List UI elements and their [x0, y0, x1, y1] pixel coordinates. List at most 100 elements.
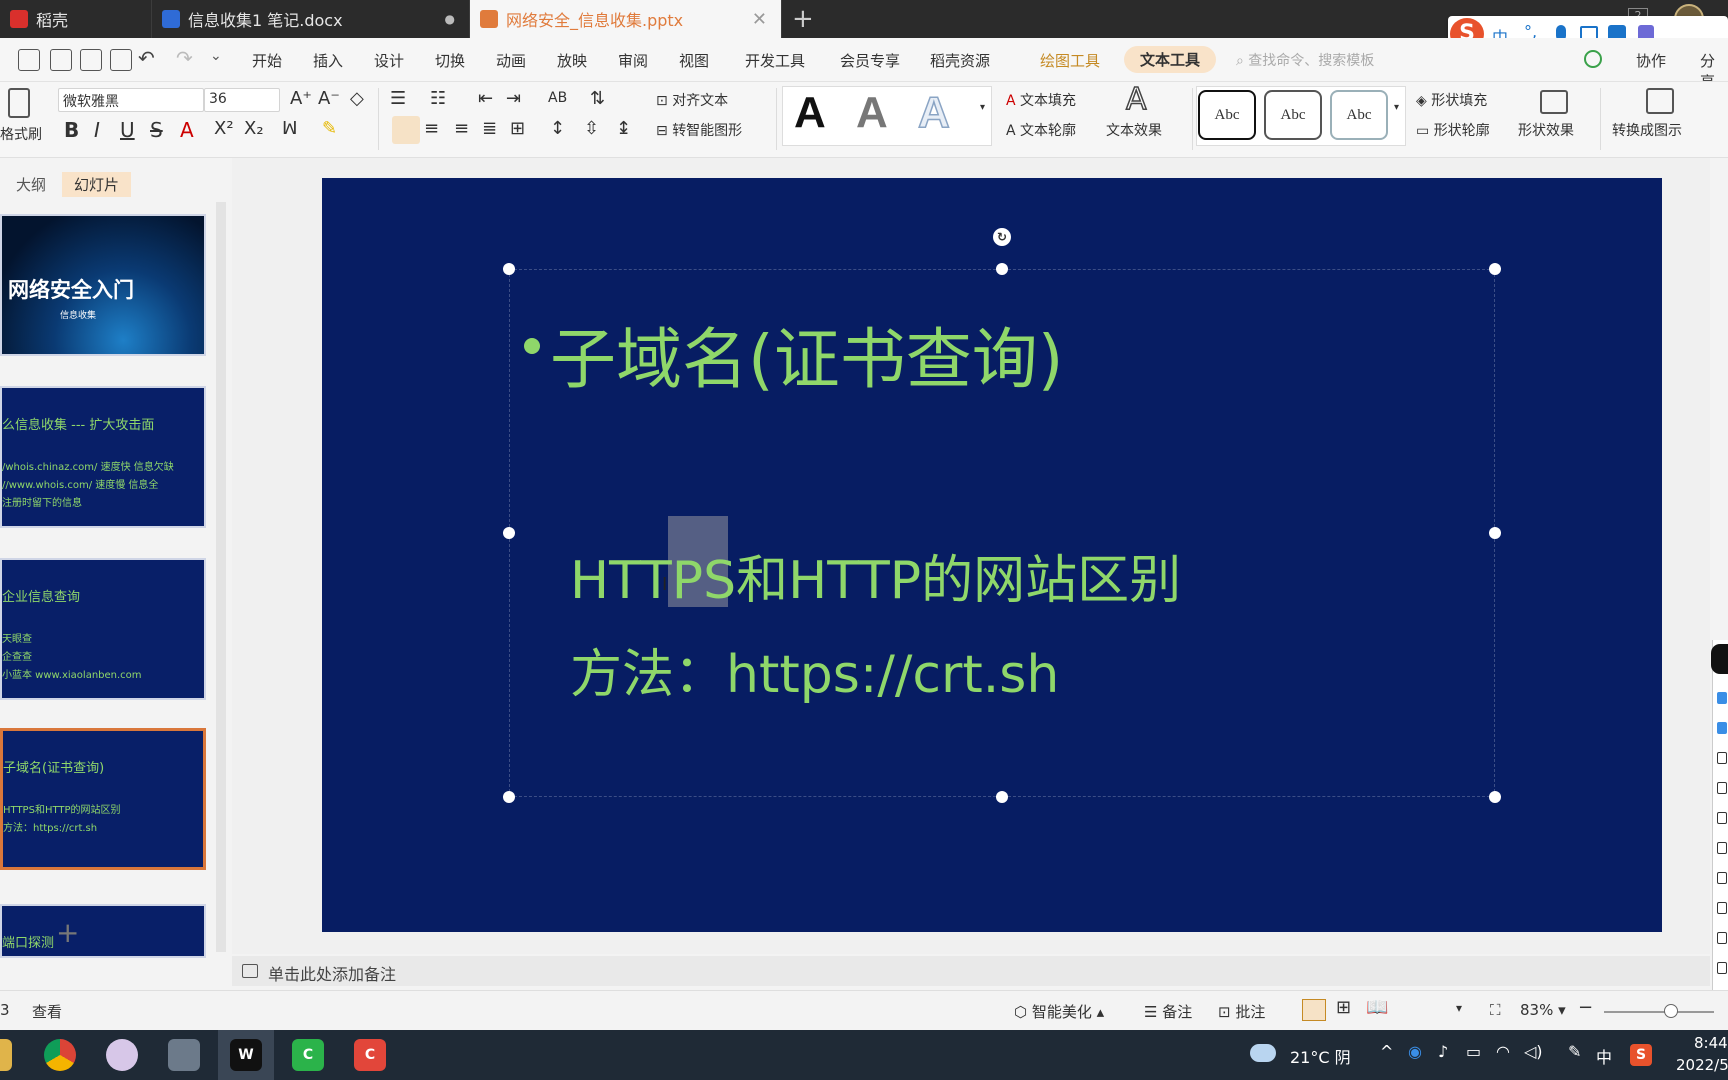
format-painter-icon[interactable] — [8, 88, 30, 118]
undo-icon[interactable]: ↶ — [138, 46, 155, 70]
back-icon[interactable] — [1717, 872, 1727, 884]
text-outline-button[interactable]: A 文本轮廓 — [1006, 120, 1076, 140]
align-right-icon[interactable]: ≡ — [454, 118, 469, 139]
slide-thumbnail-4[interactable]: 子域名(证书查询) HTTPS和HTTP的网站区别 方法：https://crt… — [0, 728, 206, 870]
eraser-icon[interactable] — [1717, 752, 1727, 764]
chrome-icon[interactable] — [44, 1039, 76, 1071]
slide-thumbnail-3[interactable]: 企业信息查询 天眼查 企查查 小蓝本 www.xiaolanben.com — [0, 558, 206, 700]
text-style-gray[interactable]: A — [856, 88, 888, 138]
resize-handle-br[interactable] — [1489, 791, 1501, 803]
sniping-tool-icon[interactable] — [106, 1039, 138, 1071]
volume-icon[interactable]: ◁) — [1524, 1042, 1543, 1061]
notes-bar[interactable]: 单击此处添加备注 — [232, 956, 1710, 986]
shape-fill-button[interactable]: ◈ 形状填充 — [1416, 90, 1487, 110]
font-color-icon[interactable]: A — [180, 118, 194, 142]
menu-slideshow[interactable]: 放映 — [557, 50, 587, 71]
slide-title[interactable]: 子域名(证书查询) — [550, 306, 1064, 402]
align-text-button[interactable]: ⊡ 对齐文本 — [656, 90, 728, 110]
marker-icon[interactable] — [1717, 812, 1727, 824]
text-effect-icon[interactable]: A — [1125, 81, 1147, 118]
resize-handle-t[interactable] — [996, 263, 1008, 275]
rotate-handle-icon[interactable]: ↻ — [993, 228, 1011, 246]
clock-time[interactable]: 8:44 — [1694, 1034, 1728, 1052]
camtasia-red-icon[interactable]: C — [354, 1039, 386, 1071]
search-command[interactable]: ⌕ 查找命令、搜索模板 — [1236, 50, 1374, 70]
justify-icon[interactable]: ≣ — [482, 118, 497, 139]
spacing-options-icon[interactable]: ↨ — [616, 118, 631, 139]
save-icon[interactable] — [18, 49, 40, 71]
ime-indicator[interactable]: 中 — [1596, 1044, 1612, 1068]
font-size-select[interactable]: 36 — [204, 88, 280, 112]
add-slide-icon[interactable]: + — [56, 916, 79, 949]
resize-handle-b[interactable] — [996, 791, 1008, 803]
quick-access-dropdown-icon[interactable]: ⌄ — [210, 48, 222, 64]
panel-scrollbar[interactable] — [216, 202, 226, 952]
strikethrough-icon[interactable]: S — [150, 118, 163, 142]
camtasia-green-icon[interactable]: C — [292, 1039, 324, 1071]
shape-effect-button[interactable]: 形状效果 — [1518, 120, 1574, 140]
menu-drawing-tools[interactable]: 绘图工具 — [1040, 50, 1100, 71]
underline-icon[interactable]: U — [120, 118, 135, 142]
text-direction-icon[interactable]: AB — [548, 90, 567, 106]
export-pdf-icon[interactable] — [50, 49, 72, 71]
shape-style-light[interactable]: Abc — [1330, 90, 1388, 140]
print-icon[interactable] — [80, 49, 102, 71]
menu-review[interactable]: 审阅 — [618, 50, 648, 71]
comment-button[interactable]: ⊡ 批注 — [1218, 1001, 1265, 1022]
resize-handle-tr[interactable] — [1489, 263, 1501, 275]
zoom-level[interactable]: 83% ▾ — [1520, 1001, 1566, 1019]
view-mode-label[interactable]: 查看 — [32, 1001, 62, 1022]
align-left-icon[interactable] — [392, 116, 420, 144]
redo-icon[interactable]: ↷ — [176, 46, 193, 70]
distribute-icon[interactable]: ⊞ — [510, 118, 525, 139]
cloud-sync-icon[interactable] — [1584, 50, 1602, 68]
slide-sorter-icon[interactable]: ⊞ — [1336, 997, 1351, 1018]
wifi-icon[interactable]: ◠ — [1496, 1042, 1510, 1061]
wps-icon[interactable]: W — [230, 1039, 262, 1071]
fit-window-icon[interactable]: ⛶ — [1490, 1001, 1501, 1019]
resize-handle-r[interactable] — [1489, 527, 1501, 539]
slide-thumbnail-5[interactable]: 端口探测 — [0, 904, 206, 958]
clock-date[interactable]: 2022/5 — [1676, 1056, 1728, 1074]
paragraph-spacing-icon[interactable]: ⇳ — [584, 118, 599, 139]
side-logo-icon[interactable] — [1711, 644, 1728, 674]
highlight-icon[interactable]: ✎ — [322, 118, 337, 139]
camera-app-icon[interactable] — [168, 1039, 200, 1071]
collaborate-button[interactable]: 协作 — [1636, 50, 1666, 71]
pen-icon[interactable] — [1717, 782, 1727, 794]
menu-transition[interactable]: 切换 — [435, 50, 465, 71]
numbered-list-icon[interactable]: ☷ — [430, 88, 446, 109]
shape-style-gray[interactable]: Abc — [1264, 90, 1322, 140]
tab-docer[interactable]: 稻壳 — [0, 0, 152, 38]
slide-thumbnail-1[interactable]: 网络安全入门 信息收集 — [0, 214, 206, 356]
tab-outline[interactable]: 大纲 — [4, 172, 58, 197]
menu-animation[interactable]: 动画 — [496, 50, 526, 71]
add-tab-icon[interactable]: + — [792, 4, 814, 34]
notes-placeholder[interactable]: 单击此处添加备注 — [268, 961, 396, 985]
tray-expand-icon[interactable]: ^ — [1380, 1042, 1393, 1061]
shape-outline-button[interactable]: ▭ 形状轮廓 — [1416, 120, 1490, 140]
notes-toggle-button[interactable]: ☰ 备注 — [1144, 1001, 1192, 1022]
menu-developer[interactable]: 开发工具 — [745, 50, 805, 71]
screen-icon[interactable] — [1717, 932, 1727, 944]
convert-diagram-button[interactable]: 转换成图示 — [1612, 120, 1682, 140]
shape-gallery-more-icon[interactable]: ▾ — [1394, 102, 1399, 113]
close-tab-icon[interactable]: ✕ — [752, 9, 767, 30]
print-preview-icon[interactable] — [110, 49, 132, 71]
increase-font-icon[interactable]: A⁺ — [290, 88, 312, 109]
zoom-slider-thumb[interactable] — [1664, 1004, 1678, 1018]
format-painter-label[interactable]: 格式刷 — [0, 124, 42, 144]
pointer-icon[interactable] — [1717, 722, 1727, 734]
menu-view[interactable]: 视图 — [679, 50, 709, 71]
playback-dropdown-icon[interactable]: ▾ — [1456, 1001, 1462, 1015]
menu-text-tools[interactable]: 文本工具 — [1124, 46, 1217, 73]
line-spacing-icon[interactable]: ↕ — [550, 118, 565, 139]
menu-insert[interactable]: 插入 — [313, 50, 343, 71]
mic-tray-icon[interactable]: ♪ — [1438, 1042, 1448, 1061]
menu-member[interactable]: 会员专享 — [840, 50, 900, 71]
font-name-select[interactable]: 微软雅黑 — [58, 88, 204, 112]
text-style-outline[interactable]: A — [917, 87, 950, 138]
zoom-out-icon[interactable]: − — [1578, 997, 1593, 1018]
eye-icon[interactable] — [1717, 692, 1727, 704]
slide-thumbnail-2[interactable]: 么信息收集 --- 扩大攻击面 /whois.chinaz.com/ 速度快 信… — [0, 386, 206, 528]
